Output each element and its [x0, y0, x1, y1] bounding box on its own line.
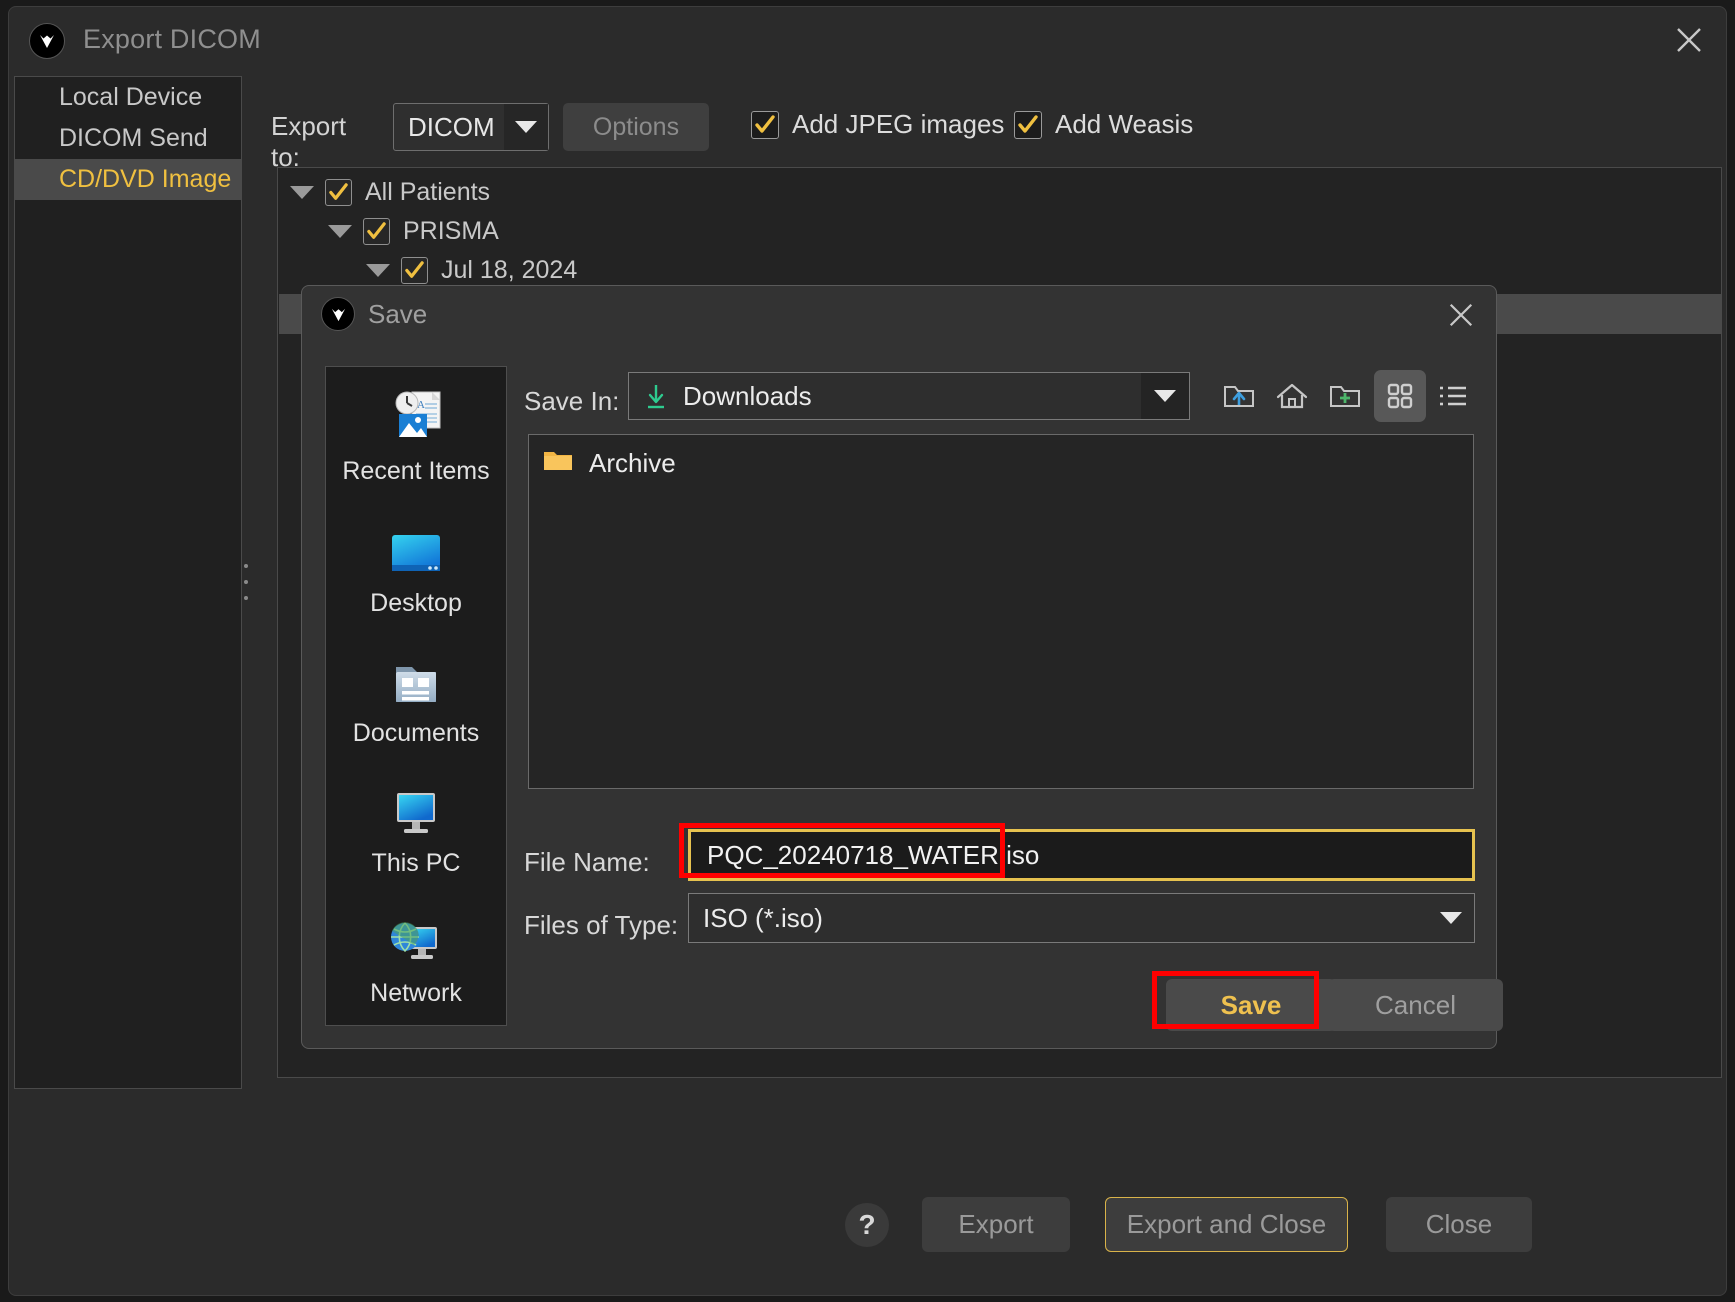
sidebar-item-local-device[interactable]: Local Device — [15, 77, 241, 118]
shortcut-documents[interactable]: Documents — [326, 645, 506, 748]
chevron-down-icon — [1428, 894, 1474, 942]
splitter-dot — [244, 580, 248, 584]
save-in-value: Downloads — [683, 380, 812, 411]
weasis-logo-icon — [29, 23, 65, 59]
export-format-select[interactable]: DICOM — [393, 103, 549, 151]
download-arrow-icon — [629, 382, 683, 410]
checkmark-icon[interactable] — [325, 179, 352, 206]
help-label: ? — [858, 1209, 876, 1240]
file-browser-list[interactable]: Archive — [528, 434, 1474, 789]
list-view-icon[interactable] — [1427, 370, 1479, 422]
save-file-dialog: Save A Recent Items Desktop Documents Th… — [301, 285, 1503, 1049]
folder-icon — [543, 449, 573, 478]
export-format-value: DICOM — [408, 111, 495, 142]
checkmark-icon[interactable] — [363, 218, 390, 245]
footer-button-bar: ? Export Export and Close Close — [9, 1167, 1726, 1295]
export-window-titlebar: Export DICOM — [9, 7, 1726, 69]
shortcut-label: Network — [370, 979, 462, 1007]
close-button[interactable]: Close — [1386, 1197, 1532, 1252]
tree-row[interactable]: Jul 18, 2024 — [366, 256, 577, 285]
up-one-level-icon[interactable] — [1213, 370, 1265, 422]
chevron-down-icon — [504, 104, 548, 150]
sidebar-nav: Local Device DICOM Send CD/DVD Image — [14, 76, 242, 1089]
help-icon[interactable]: ? — [845, 1203, 889, 1247]
chevron-down-icon[interactable] — [366, 264, 390, 277]
files-of-type-label: Files of Type: — [524, 910, 679, 940]
save-in-select[interactable]: Downloads — [628, 372, 1190, 420]
new-folder-icon[interactable] — [1319, 370, 1371, 422]
files-of-type-select[interactable]: ISO (*.iso) — [688, 893, 1475, 943]
grid-view-icon[interactable] — [1374, 370, 1426, 422]
checkmark-icon[interactable] — [401, 257, 428, 284]
chevron-down-icon — [1141, 373, 1189, 419]
sidebar-item-dicom-send[interactable]: DICOM Send — [15, 118, 241, 159]
list-item-label: Archive — [589, 448, 676, 478]
checkmark-icon — [751, 110, 779, 139]
home-icon[interactable] — [1266, 370, 1318, 422]
options-button[interactable]: Options — [563, 103, 709, 151]
sidebar-item-cd-dvd-image[interactable]: CD/DVD Image — [15, 159, 241, 200]
close-button-label: Close — [1425, 1209, 1493, 1239]
tree-row-label: PRISMA — [403, 217, 499, 245]
recent-items-icon: A — [385, 383, 447, 449]
documents-folder-icon — [385, 645, 447, 711]
network-globe-icon — [385, 905, 447, 971]
cancel-button[interactable]: Cancel — [1328, 979, 1503, 1031]
export-button[interactable]: Export — [922, 1197, 1070, 1252]
splitter-dot — [244, 596, 248, 600]
shortcuts-rail: A Recent Items Desktop Documents This PC… — [325, 366, 507, 1026]
options-button-label: Options — [592, 112, 680, 141]
save-button-label: Save — [1220, 989, 1282, 1020]
weasis-logo-icon — [321, 297, 355, 331]
add-weasis-label: Add Weasis — [1055, 109, 1194, 139]
save-dialog-titlebar: Save — [302, 286, 1496, 342]
shortcut-label: This PC — [371, 849, 461, 877]
page-title: Export DICOM — [83, 24, 261, 54]
files-of-type-value: ISO (*.iso) — [703, 902, 823, 933]
shortcut-this-pc[interactable]: This PC — [326, 775, 506, 878]
save-in-label: Save In: — [524, 386, 620, 416]
panel-splitter-handle[interactable] — [240, 564, 252, 600]
export-and-close-button-label: Export and Close — [1126, 1209, 1327, 1239]
sidebar-item-label: CD/DVD Image — [59, 165, 232, 193]
file-name-value: PQC_20240718_WATER.iso — [707, 839, 1040, 870]
file-name-input[interactable]: PQC_20240718_WATER.iso — [688, 829, 1475, 881]
sidebar-item-label: DICOM Send — [59, 124, 208, 152]
shortcut-recent-items[interactable]: A Recent Items — [326, 383, 506, 486]
save-button[interactable]: Save — [1166, 979, 1336, 1031]
export-to-label: Export to: — [271, 111, 347, 172]
chevron-down-icon[interactable] — [328, 225, 352, 238]
tree-row[interactable]: All Patients — [290, 178, 490, 207]
close-icon[interactable] — [1666, 17, 1712, 63]
close-icon[interactable] — [1440, 294, 1482, 336]
add-jpeg-images-label: Add JPEG images — [792, 109, 1005, 139]
shortcut-label: Desktop — [370, 589, 462, 617]
cancel-button-label: Cancel — [1375, 989, 1456, 1020]
shortcut-label: Recent Items — [342, 457, 490, 485]
file-name-label: File Name: — [524, 847, 650, 877]
tree-row-label: Jul 18, 2024 — [441, 256, 578, 284]
desktop-icon — [385, 515, 447, 581]
export-and-close-button[interactable]: Export and Close — [1105, 1197, 1348, 1252]
list-item[interactable]: Archive — [543, 448, 676, 479]
sidebar-item-label: Local Device — [59, 83, 203, 111]
shortcut-network[interactable]: Network — [326, 905, 506, 1008]
chevron-down-icon[interactable] — [290, 186, 314, 199]
tree-row[interactable]: PRISMA — [328, 217, 499, 246]
shortcut-label: Documents — [352, 719, 480, 747]
splitter-dot — [244, 564, 248, 568]
save-dialog-title: Save — [368, 299, 428, 329]
add-jpeg-images-checkbox[interactable]: Add JPEG images — [751, 109, 1004, 140]
shortcut-desktop[interactable]: Desktop — [326, 515, 506, 618]
tree-row-label: All Patients — [365, 178, 491, 206]
export-button-label: Export — [958, 1209, 1034, 1239]
add-weasis-checkbox[interactable]: Add Weasis — [1014, 109, 1193, 140]
this-pc-monitor-icon — [385, 775, 447, 841]
checkmark-icon — [1014, 110, 1042, 139]
